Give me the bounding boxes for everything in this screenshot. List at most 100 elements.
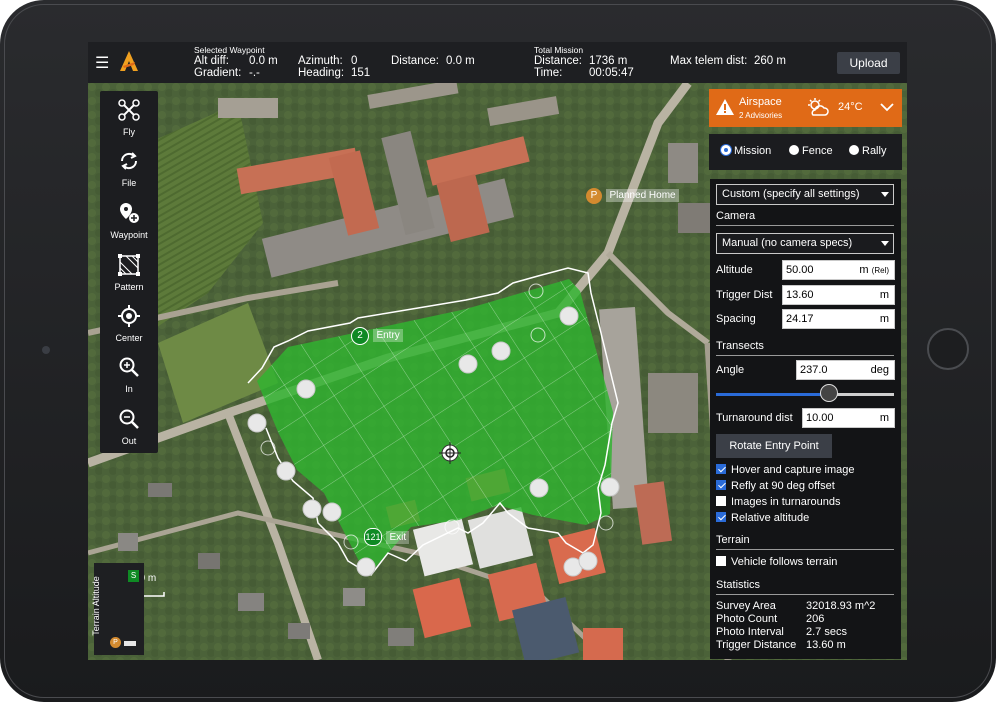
altitude-unit: m (Rel) xyxy=(859,261,889,280)
angle-unit: deg xyxy=(870,364,889,376)
tool-zoom-out[interactable]: Out xyxy=(100,400,158,450)
divider xyxy=(716,225,894,226)
hover-capture-label: Hover and capture image xyxy=(731,464,855,476)
angle-field[interactable]: 237.0 deg xyxy=(796,360,895,380)
distance-label: Distance: xyxy=(391,55,439,67)
exit-label: Exit xyxy=(386,531,410,544)
angle-slider[interactable] xyxy=(716,384,896,404)
terrain-header: Terrain xyxy=(716,534,750,546)
camera-header: Camera xyxy=(716,210,756,222)
airspace-title: Airspace xyxy=(739,96,782,108)
mode-fence-label: Fence xyxy=(802,145,833,157)
tool-waypoint[interactable]: Waypoint xyxy=(100,194,158,244)
heading-value: 151 xyxy=(351,67,371,79)
tool-center-label: Center xyxy=(115,333,143,343)
gradient-value: -.- xyxy=(249,67,260,79)
drone-icon xyxy=(118,99,140,121)
trigger-dist-unit: m xyxy=(879,289,889,301)
trigger-dist-label: Trigger Dist xyxy=(716,289,773,301)
tool-center[interactable]: Center xyxy=(100,297,158,347)
airspace-banner[interactable]: Airspace 2 Advisories 24°C xyxy=(709,89,902,127)
chevron-down-icon[interactable] xyxy=(880,103,894,112)
entry-marker[interactable]: 2 Entry xyxy=(351,325,403,345)
relative-altitude-label: Relative altitude xyxy=(731,512,810,524)
app-screen: P Planned Home 2 Entry 121 Exit 50 m Fly… xyxy=(88,42,907,660)
divider xyxy=(716,355,894,356)
tool-file-label: File xyxy=(121,178,137,188)
tablet-home-button[interactable] xyxy=(927,328,969,370)
warning-icon xyxy=(716,99,734,115)
home-badge: P xyxy=(586,188,602,204)
mode-mission-radio[interactable]: Mission xyxy=(721,145,771,157)
mode-fence-radio[interactable]: Fence xyxy=(789,145,833,157)
exit-marker[interactable]: 121 Exit xyxy=(364,527,410,546)
altitude-rel: (Rel) xyxy=(871,266,889,275)
tool-waypoint-label: Waypoint xyxy=(110,230,148,240)
zoom-out-icon xyxy=(119,409,139,429)
terrain-p-badge: P xyxy=(110,637,121,648)
tool-zoom-out-label: Out xyxy=(121,436,137,446)
tool-pattern[interactable]: Pattern xyxy=(100,246,158,296)
terrain-altitude-widget[interactable]: Terrain Altitude S P xyxy=(90,563,144,655)
relative-altitude-checkbox[interactable]: Relative altitude xyxy=(716,512,809,524)
camera-dropdown[interactable]: Manual (no camera specs) xyxy=(716,233,894,254)
terrain-bar xyxy=(124,641,136,646)
azimuth-label: Azimuth: xyxy=(298,55,343,67)
spacing-label: Spacing xyxy=(716,313,756,325)
terrain-altitude-label: Terrain Altitude xyxy=(90,576,101,636)
spacing-field[interactable]: 24.17 m xyxy=(782,309,895,329)
trigger-dist-field[interactable]: 13.60 m xyxy=(782,285,895,305)
dropdown-arrow-icon xyxy=(881,192,889,197)
planned-home-label: Planned Home xyxy=(606,189,679,202)
altitude-field[interactable]: 50.00 m (Rel) xyxy=(782,260,895,280)
altitude-label: Altitude xyxy=(716,264,753,276)
tool-file[interactable]: File xyxy=(100,142,158,192)
trigger-dist-value: 13.60 xyxy=(786,289,814,301)
hamburger-menu-icon[interactable]: ☰ xyxy=(95,53,109,73)
dropdown-arrow-icon xyxy=(881,241,889,246)
tablet-camera xyxy=(42,346,50,354)
vehicle-follows-terrain-checkbox[interactable]: Vehicle follows terrain xyxy=(716,556,837,568)
entry-label: Entry xyxy=(373,329,403,342)
mode-rally-radio[interactable]: Rally xyxy=(849,145,886,157)
max-telem-label: Max telem dist: xyxy=(670,55,748,67)
tool-zoom-in[interactable]: In xyxy=(100,348,158,398)
stat-photo-count-value: 206 xyxy=(806,613,825,625)
turnaround-value: 10.00 xyxy=(806,412,834,424)
tool-fly[interactable]: Fly xyxy=(100,91,158,141)
tool-zoom-in-label: In xyxy=(125,384,133,394)
stat-survey-area-key: Survey Area xyxy=(716,600,776,612)
tool-pattern-label: Pattern xyxy=(114,282,144,292)
refly-offset-checkbox[interactable]: Refly at 90 deg offset xyxy=(716,480,835,492)
waypoint-add-icon xyxy=(120,203,139,223)
statistics-header: Statistics xyxy=(716,579,761,591)
turnaround-label: Turnaround dist xyxy=(716,412,793,424)
slider-handle[interactable] xyxy=(820,384,838,402)
altitude-unit-m: m xyxy=(859,264,869,276)
planned-home-marker[interactable]: P Planned Home xyxy=(586,185,679,204)
images-turnarounds-checkbox[interactable]: Images in turnarounds xyxy=(716,496,840,508)
max-telem-value: 260 m xyxy=(754,55,786,67)
camera-value: Manual (no camera specs) xyxy=(722,237,853,249)
checkbox-checked-icon xyxy=(716,464,726,474)
stat-trigger-distance-value: 13.60 m xyxy=(806,639,846,651)
preset-dropdown[interactable]: Custom (specify all settings) xyxy=(716,184,894,205)
turnaround-field[interactable]: 10.00 m xyxy=(802,408,895,428)
total-distance-value: 1736 m xyxy=(589,55,628,67)
images-turnarounds-label: Images in turnarounds xyxy=(731,496,841,508)
hover-capture-checkbox[interactable]: Hover and capture image xyxy=(716,464,855,476)
radio-selected-icon xyxy=(721,145,731,155)
divider xyxy=(716,594,894,595)
turnaround-unit: m xyxy=(879,412,889,424)
plan-tool-strip: Fly File Waypoint Pattern Center In Out xyxy=(100,91,158,453)
time-value: 00:05:47 xyxy=(589,67,634,79)
terrain-s-badge: S xyxy=(128,570,139,582)
mode-mission-label: Mission xyxy=(734,145,772,157)
entry-number: 2 xyxy=(351,327,369,345)
mode-rally-label: Rally xyxy=(862,145,887,157)
upload-button[interactable]: Upload xyxy=(837,52,900,74)
stat-photo-interval-value: 2.7 secs xyxy=(806,626,847,638)
app-logo-icon[interactable] xyxy=(120,51,138,71)
rotate-entry-point-button[interactable]: Rotate Entry Point xyxy=(716,434,832,458)
top-toolbar: ☰ Selected Waypoint Alt diff: 0.0 m Grad… xyxy=(88,42,907,83)
